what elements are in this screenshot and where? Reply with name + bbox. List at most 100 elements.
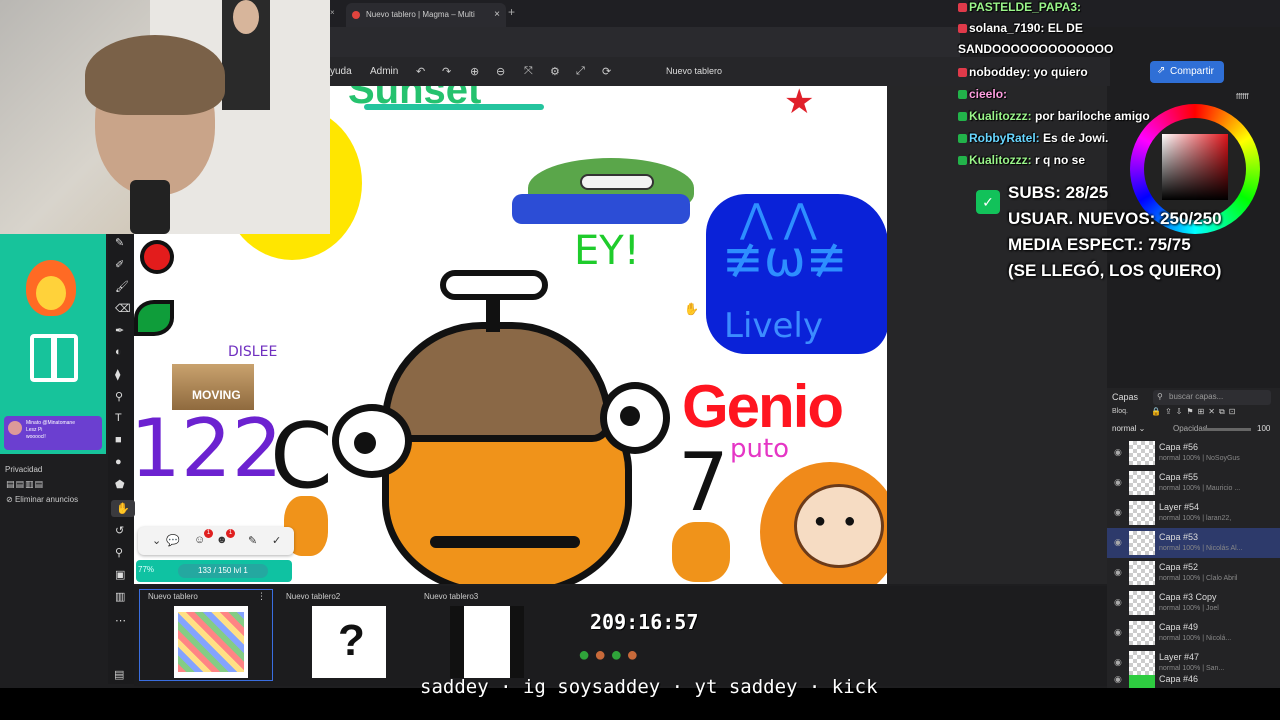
smudge-tool-icon[interactable]: ✒ <box>115 324 124 337</box>
kenny-eyes-doodle: ● ● <box>814 510 862 532</box>
right-pupil-doodle <box>620 406 640 426</box>
eye-icon[interactable]: ◉ <box>1114 447 1122 458</box>
layer-meta: normal 100% | San... <box>1159 665 1225 672</box>
fullscreen-icon[interactable]: ⤢ <box>576 65 585 78</box>
eyedropper-tool-icon[interactable]: ⚲ <box>115 390 123 403</box>
board-thumbnail-1[interactable]: Nuevo tablero ⋮ <box>139 589 273 681</box>
layer-name: Capa #53 <box>1159 532 1199 542</box>
book-tool-icon[interactable]: ▥ <box>115 590 125 603</box>
user-avatar-icon[interactable]: ☺ <box>194 534 205 546</box>
shape-tool-icon[interactable]: ⬟ <box>115 478 125 491</box>
layer-row[interactable]: ◉ Capa #52 normal 100% | Clalo Abril <box>1107 558 1280 588</box>
xp-progress-bar: 77% 133 / 150 lvl 1 <box>136 560 292 582</box>
layer-actions-icons[interactable]: 🔒⇪⇩⚑⊞✕⧉⊡ <box>1151 407 1239 417</box>
opacity-value[interactable]: 100 <box>1257 424 1270 433</box>
address-bar[interactable] <box>330 27 960 57</box>
undo-icon[interactable]: ↶ <box>416 65 425 78</box>
redo-icon[interactable]: ↷ <box>442 65 451 78</box>
menu-admin[interactable]: Admin <box>370 66 398 77</box>
eye-icon[interactable]: ◉ <box>1114 477 1122 488</box>
close-tab-icon[interactable]: × <box>494 9 500 20</box>
layer-row[interactable]: ◉ Capa #56 normal 100% | NoSoyGus <box>1107 438 1280 468</box>
layer-row[interactable]: ◉ Layer #54 normal 100% | laran22, <box>1107 498 1280 528</box>
zoom-tool-icon[interactable]: ⚲ <box>115 546 123 559</box>
blend-mode-select[interactable]: normal ⌄ <box>1112 424 1145 433</box>
rectangle-tool-icon[interactable]: ■ <box>115 434 122 446</box>
cat-face-doodle: ≢ω≢ <box>722 230 848 288</box>
privacy-label[interactable]: Privacidad <box>5 465 42 474</box>
layer-row[interactable]: ◉ Capa #3 Copy normal 100% | Joel <box>1107 588 1280 618</box>
new-tab-icon[interactable]: + <box>508 5 515 19</box>
face-emote-icon: ● <box>594 644 611 666</box>
xp-pill: 133 / 150 lvl 1 <box>178 564 268 578</box>
layer-row[interactable]: ◉ Capa #49 normal 100% | Nicolá... <box>1107 618 1280 648</box>
zoom-in-icon[interactable]: ⊕ <box>470 65 479 78</box>
rotate-tool-icon[interactable]: ↺ <box>115 524 124 537</box>
layers-title: Capas <box>1112 392 1139 402</box>
remove-ads-link[interactable]: ⊘ Eliminar anuncios <box>6 495 78 504</box>
layer-name: Capa #49 <box>1159 622 1199 632</box>
more-icon[interactable]: ⋯ <box>115 614 126 627</box>
layer-meta: normal 100% | Joel <box>1159 605 1219 612</box>
chat-badge-icon <box>958 134 967 144</box>
layer-row[interactable]: ◉ Capa #46 <box>1107 672 1280 689</box>
stream-timer: 209:16:57 <box>590 610 699 634</box>
board-list-icon[interactable]: ▤ <box>114 668 124 681</box>
pen-edit-icon[interactable]: ✎ <box>248 534 257 547</box>
board-thumbnail-2[interactable]: Nuevo tablero2 ? <box>278 590 410 680</box>
promo-card[interactable]: Minato @Minatomane Lesz Pi woooocl! <box>4 416 102 450</box>
webcam-feed <box>0 0 330 234</box>
eye-icon[interactable]: ◉ <box>1114 567 1122 578</box>
layer-meta: normal 100% | Mauricio ... <box>1159 485 1241 492</box>
eraser-tool-icon[interactable]: ⌫ <box>115 302 131 315</box>
genio-text: Genio <box>682 373 844 440</box>
privacy-options-icon[interactable]: ▤▤▥▤ <box>6 479 44 490</box>
promo-panel[interactable]: Minato @Minatomane Lesz Pi woooocl! <box>0 234 106 454</box>
eye-icon[interactable]: ◉ <box>1114 627 1122 638</box>
layer-thumbnail <box>1129 471 1155 495</box>
layer-row-selected[interactable]: ◉ Capa #53 normal 100% | Nicolás Al... <box>1107 528 1280 558</box>
ellipse-tool-icon[interactable]: ● <box>115 456 122 468</box>
eye-icon[interactable]: ◉ <box>1114 674 1122 685</box>
chevron-down-icon[interactable]: ⌄ <box>152 534 161 547</box>
gift-ribbon-icon <box>51 334 57 382</box>
browser-tab[interactable]: Nuevo tablero | Magma – Multi × <box>346 3 506 27</box>
check-icon[interactable]: ✓ <box>272 534 281 547</box>
settings-icon[interactable]: ⚙ <box>550 65 560 78</box>
xp-progress-text: 133 / 150 <box>198 566 232 575</box>
eye-icon[interactable]: ◉ <box>1114 597 1122 608</box>
chat-icon[interactable]: 💬 <box>166 534 180 547</box>
zoom-out-icon[interactable]: ⊖ <box>496 65 505 78</box>
more-options-icon[interactable]: ⋮ <box>257 591 266 602</box>
board-title[interactable]: Nuevo tablero <box>666 66 722 76</box>
tab-close-icon[interactable]: × <box>330 8 335 17</box>
pencil-tool-icon[interactable]: ✎ <box>115 236 124 249</box>
layer-row[interactable]: ◉ Capa #55 normal 100% | Mauricio ... <box>1107 468 1280 498</box>
brush-tool-icon[interactable]: 🖌 <box>115 280 129 293</box>
chat-message: Kualitozzz: r q no se <box>958 153 1085 167</box>
boards-strip: Nuevo tablero ⋮ Nuevo tablero2 ? Nuevo t… <box>134 586 1110 686</box>
chat-tool-icon[interactable]: ▣ <box>115 568 125 581</box>
layer-name: Capa #46 <box>1159 674 1199 684</box>
layers-search-input[interactable]: ⚲ buscar capas... <box>1153 390 1271 405</box>
subs-goal: SUBS: 28/25 <box>1008 183 1109 202</box>
c-letter-doodle: C <box>270 404 333 509</box>
blur-tool-icon[interactable]: ◐ <box>115 346 122 358</box>
eye-icon[interactable]: ◉ <box>1114 507 1122 518</box>
fit-screen-icon[interactable]: ⤧ <box>524 65 533 78</box>
layer-name: Capa #56 <box>1159 442 1199 452</box>
eye-icon[interactable]: ◉ <box>1114 537 1122 548</box>
star-doodle-icon: ★ <box>784 86 815 121</box>
left-bottom-panel <box>0 454 106 594</box>
hand-cursor-icon: ✋ <box>684 302 699 316</box>
hand-tool-icon[interactable]: ✋ <box>111 500 135 517</box>
pen-tool-icon[interactable]: ✐ <box>115 258 124 271</box>
opacity-slider[interactable] <box>1203 428 1251 431</box>
board-thumbnail-3[interactable]: Nuevo tablero3 <box>416 590 548 680</box>
fill-tool-icon[interactable]: ⧫ <box>115 368 120 381</box>
emotes-row: ●●●● <box>578 644 642 667</box>
menu-help[interactable]: yuda <box>330 66 352 77</box>
text-tool-icon[interactable]: T <box>115 412 122 424</box>
eye-icon[interactable]: ◉ <box>1114 657 1122 668</box>
sync-icon[interactable]: ⟳ <box>602 65 611 78</box>
